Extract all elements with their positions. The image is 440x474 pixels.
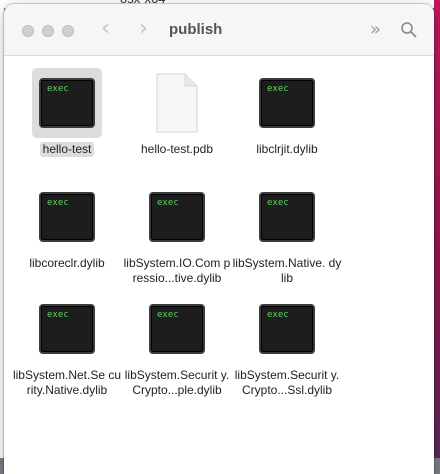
- exec-icon: exec: [149, 192, 205, 242]
- file-item-libsystem-native[interactable]: exec libSystem.Native. dylib: [232, 182, 342, 286]
- file-icon-container: exec: [142, 294, 212, 364]
- file-label: libSystem.Net.Se curity.Native.dylib: [12, 368, 122, 397]
- close-button[interactable]: [22, 25, 34, 37]
- file-label: libSystem.IO.Com pressio...tive.dylib: [123, 256, 231, 285]
- file-label: hello-test.pdb: [140, 142, 214, 156]
- file-item-libsystem-security-crypto-apple[interactable]: exec libSystem.Securit y.Crypto...ple.dy…: [122, 294, 232, 398]
- file-grid: exec hello-test hello-test.pdb exec libc…: [4, 56, 434, 474]
- exec-icon: exec: [39, 304, 95, 354]
- chevron-right-icon: ›: [139, 16, 148, 41]
- document-icon: [156, 73, 198, 133]
- file-icon-container: exec: [252, 294, 322, 364]
- exec-icon: exec: [259, 78, 315, 128]
- exec-icon: exec: [39, 192, 95, 242]
- file-item-hello-test[interactable]: exec hello-test: [12, 68, 122, 157]
- file-item-libclrjit[interactable]: exec libclrjit.dylib: [232, 68, 342, 157]
- window-title: publish: [169, 21, 223, 38]
- file-item-libsystem-io-compression[interactable]: exec libSystem.IO.Com pressio...tive.dyl…: [122, 182, 232, 286]
- desktop-wallpaper-edge: [434, 0, 440, 458]
- file-label: libcoreclr.dylib: [29, 256, 105, 270]
- file-icon-container: exec: [252, 68, 322, 138]
- toolbar-overflow-button[interactable]: »: [370, 21, 381, 39]
- finder-window: ‹ › publish » exec hello-test hello-test…: [4, 4, 434, 474]
- file-icon-container: exec: [252, 182, 322, 252]
- file-item-libcoreclr[interactable]: exec libcoreclr.dylib: [12, 182, 122, 271]
- double-chevron-icon: »: [370, 19, 382, 40]
- forward-button[interactable]: ›: [139, 16, 148, 42]
- search-button[interactable]: [400, 21, 418, 39]
- file-icon-container: exec: [32, 294, 102, 364]
- file-icon-container: [142, 68, 212, 138]
- file-item-hello-test-pdb[interactable]: hello-test.pdb: [122, 68, 232, 157]
- zoom-button[interactable]: [62, 25, 74, 37]
- chevron-left-icon: ‹: [101, 16, 110, 41]
- file-label: libclrjit.dylib: [256, 142, 318, 156]
- toolbar: ‹ › publish »: [4, 4, 434, 56]
- file-icon-container: exec: [32, 68, 102, 138]
- file-icon-container: exec: [142, 182, 212, 252]
- file-icon-container: exec: [32, 182, 102, 252]
- exec-icon: exec: [39, 78, 95, 128]
- search-icon: [401, 22, 417, 38]
- file-label: libSystem.Securit y.Crypto...Ssl.dylib: [234, 368, 340, 397]
- minimize-button[interactable]: [42, 25, 54, 37]
- exec-icon: exec: [259, 192, 315, 242]
- file-label: hello-test: [39, 142, 95, 157]
- exec-icon: exec: [149, 304, 205, 354]
- back-button[interactable]: ‹: [101, 16, 110, 42]
- file-item-libsystem-security-crypto-ssl[interactable]: exec libSystem.Securit y.Crypto...Ssl.dy…: [232, 294, 342, 398]
- file-item-libsystem-net-security[interactable]: exec libSystem.Net.Se curity.Native.dyli…: [12, 294, 122, 398]
- file-label: libSystem.Native. dylib: [232, 256, 342, 285]
- exec-icon: exec: [259, 304, 315, 354]
- file-label: libSystem.Securit y.Crypto...ple.dylib: [124, 368, 230, 397]
